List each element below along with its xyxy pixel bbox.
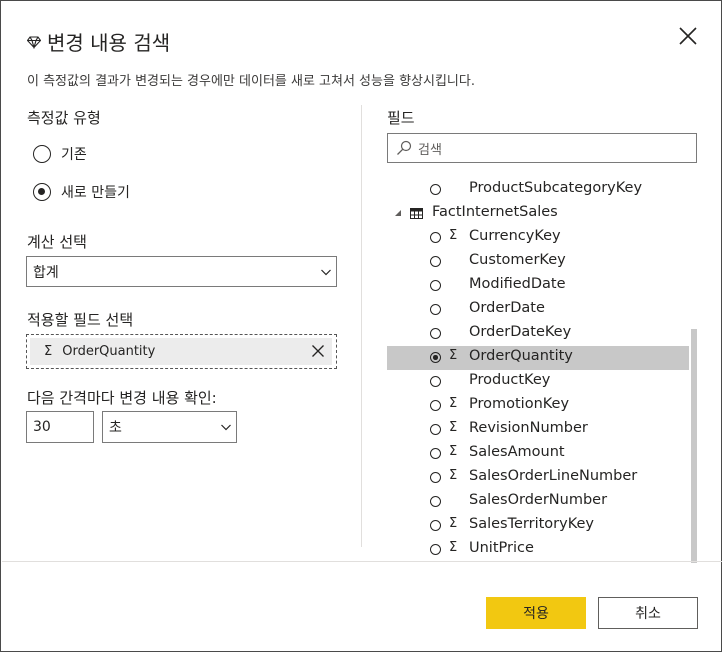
field-item-label: ModifiedDate xyxy=(469,276,566,292)
field-item-label: SalesTerritoryKey xyxy=(469,516,594,532)
sigma-icon: Σ xyxy=(449,468,458,483)
field-search-input[interactable]: 검색 xyxy=(387,133,697,163)
field-radio[interactable] xyxy=(430,304,441,315)
radio-existing-circle[interactable] xyxy=(33,145,51,163)
field-item-label: CurrencyKey xyxy=(469,228,561,244)
field-radio[interactable] xyxy=(430,400,441,411)
field-radio[interactable] xyxy=(430,184,441,195)
radio-existing[interactable]: 기존 xyxy=(33,144,87,164)
field-radio[interactable] xyxy=(430,352,441,363)
field-item[interactable]: Σ CurrencyKey xyxy=(387,226,689,250)
gem-icon xyxy=(27,35,41,49)
field-item[interactable]: ModifiedDate xyxy=(387,274,689,298)
field-radio[interactable] xyxy=(430,376,441,387)
field-radio[interactable] xyxy=(430,472,441,483)
field-item-label: CustomerKey xyxy=(469,252,566,268)
radio-new[interactable]: 새로 만들기 xyxy=(33,182,130,202)
field-radio[interactable] xyxy=(430,544,441,555)
field-item[interactable]: Σ SalesTerritoryKey xyxy=(387,514,689,538)
field-item[interactable]: Σ SalesOrderLineNumber xyxy=(387,466,689,490)
field-list: ProductSubcategoryKey FactInternetSales … xyxy=(387,178,691,562)
interval-unit-select[interactable]: 초 xyxy=(102,411,237,443)
radio-new-label: 새로 만들기 xyxy=(61,185,130,201)
sigma-icon: Σ xyxy=(449,444,458,459)
field-item-label: OrderQuantity xyxy=(469,348,573,364)
field-item[interactable]: Σ RevisionNumber xyxy=(387,418,689,442)
change-detection-dialog: 변경 내용 검색 이 측정값의 결과가 변경되는 경우에만 데이터를 새로 고쳐… xyxy=(0,0,722,652)
collapse-triangle-icon[interactable] xyxy=(394,209,402,217)
field-list-scrollbar[interactable] xyxy=(691,329,697,563)
field-item-label: SalesOrderNumber xyxy=(469,492,608,508)
field-item[interactable]: Σ SalesAmount xyxy=(387,442,689,466)
field-item[interactable]: SalesOrderNumber xyxy=(387,490,689,514)
close-icon[interactable] xyxy=(677,25,699,47)
calculation-select-value: 합계 xyxy=(33,264,59,281)
field-item-label: RevisionNumber xyxy=(469,420,588,436)
field-radio[interactable] xyxy=(430,232,441,243)
field-radio[interactable] xyxy=(430,256,441,267)
field-radio[interactable] xyxy=(430,448,441,459)
field-item-label: OrderDate xyxy=(469,300,545,316)
sigma-icon: Σ xyxy=(449,420,458,435)
field-radio[interactable] xyxy=(430,520,441,531)
cancel-button[interactable]: 취소 xyxy=(598,597,698,629)
field-item[interactable]: Σ UnitPrice xyxy=(387,538,689,562)
table-node[interactable]: FactInternetSales xyxy=(387,202,689,226)
field-item-label: SalesAmount xyxy=(469,444,565,460)
fields-label: 필드 xyxy=(387,109,415,127)
field-item-label: PromotionKey xyxy=(469,396,570,412)
field-item-label: UnitPrice xyxy=(469,540,534,556)
radio-new-circle[interactable] xyxy=(33,183,51,201)
remove-field-icon[interactable] xyxy=(311,344,325,358)
field-item[interactable]: ProductSubcategoryKey xyxy=(387,178,689,202)
dialog-title-text: 변경 내용 검색 xyxy=(47,31,171,55)
sigma-icon: Σ xyxy=(449,348,458,363)
interval-value-input[interactable]: 30 xyxy=(26,411,94,443)
field-item-label: SalesOrderLineNumber xyxy=(469,468,638,484)
field-item[interactable]: OrderDate xyxy=(387,298,689,322)
apply-field-dropzone[interactable]: Σ OrderQuantity xyxy=(26,334,337,369)
sigma-icon: Σ xyxy=(44,344,53,359)
search-placeholder: 검색 xyxy=(418,142,442,158)
sigma-icon: Σ xyxy=(449,228,458,243)
dialog-description: 이 측정값의 결과가 변경되는 경우에만 데이터를 새로 고쳐서 성능을 향상시… xyxy=(27,74,475,89)
field-radio[interactable] xyxy=(430,328,441,339)
field-item-label: ProductSubcategoryKey xyxy=(469,180,643,196)
apply-button[interactable]: 적용 xyxy=(486,597,586,629)
selected-field-chip: Σ OrderQuantity xyxy=(30,338,332,365)
apply-field-label: 적용할 필드 선택 xyxy=(27,311,134,329)
dialog-title: 변경 내용 검색 xyxy=(27,27,170,56)
field-item-selected[interactable]: Σ OrderQuantity xyxy=(387,346,689,370)
selected-field-name: OrderQuantity xyxy=(62,344,156,359)
calculation-select[interactable]: 합계 xyxy=(26,256,337,287)
field-radio[interactable] xyxy=(430,496,441,507)
field-item-label: OrderDateKey xyxy=(469,324,572,340)
sigma-icon: Σ xyxy=(449,540,458,555)
field-radio[interactable] xyxy=(430,424,441,435)
field-item-label: ProductKey xyxy=(469,372,551,388)
sigma-icon: Σ xyxy=(449,396,458,411)
search-icon xyxy=(397,140,412,155)
field-item[interactable]: CustomerKey xyxy=(387,250,689,274)
table-node-label: FactInternetSales xyxy=(432,204,558,220)
calculation-label: 계산 선택 xyxy=(27,233,87,251)
chevron-down-icon xyxy=(221,424,231,431)
field-radio[interactable] xyxy=(430,280,441,291)
measure-type-label: 측정값 유형 xyxy=(27,109,101,127)
interval-label: 다음 간격마다 변경 내용 확인: xyxy=(27,389,217,407)
table-icon xyxy=(410,208,423,219)
field-item[interactable]: Σ PromotionKey xyxy=(387,394,689,418)
footer-divider xyxy=(2,561,722,562)
sigma-icon: Σ xyxy=(449,516,458,531)
field-item[interactable]: OrderDateKey xyxy=(387,322,689,346)
interval-unit-value: 초 xyxy=(109,420,122,436)
radio-existing-label: 기존 xyxy=(61,147,87,163)
field-item[interactable]: ProductKey xyxy=(387,370,689,394)
chevron-down-icon xyxy=(321,269,331,275)
column-divider xyxy=(361,105,362,547)
